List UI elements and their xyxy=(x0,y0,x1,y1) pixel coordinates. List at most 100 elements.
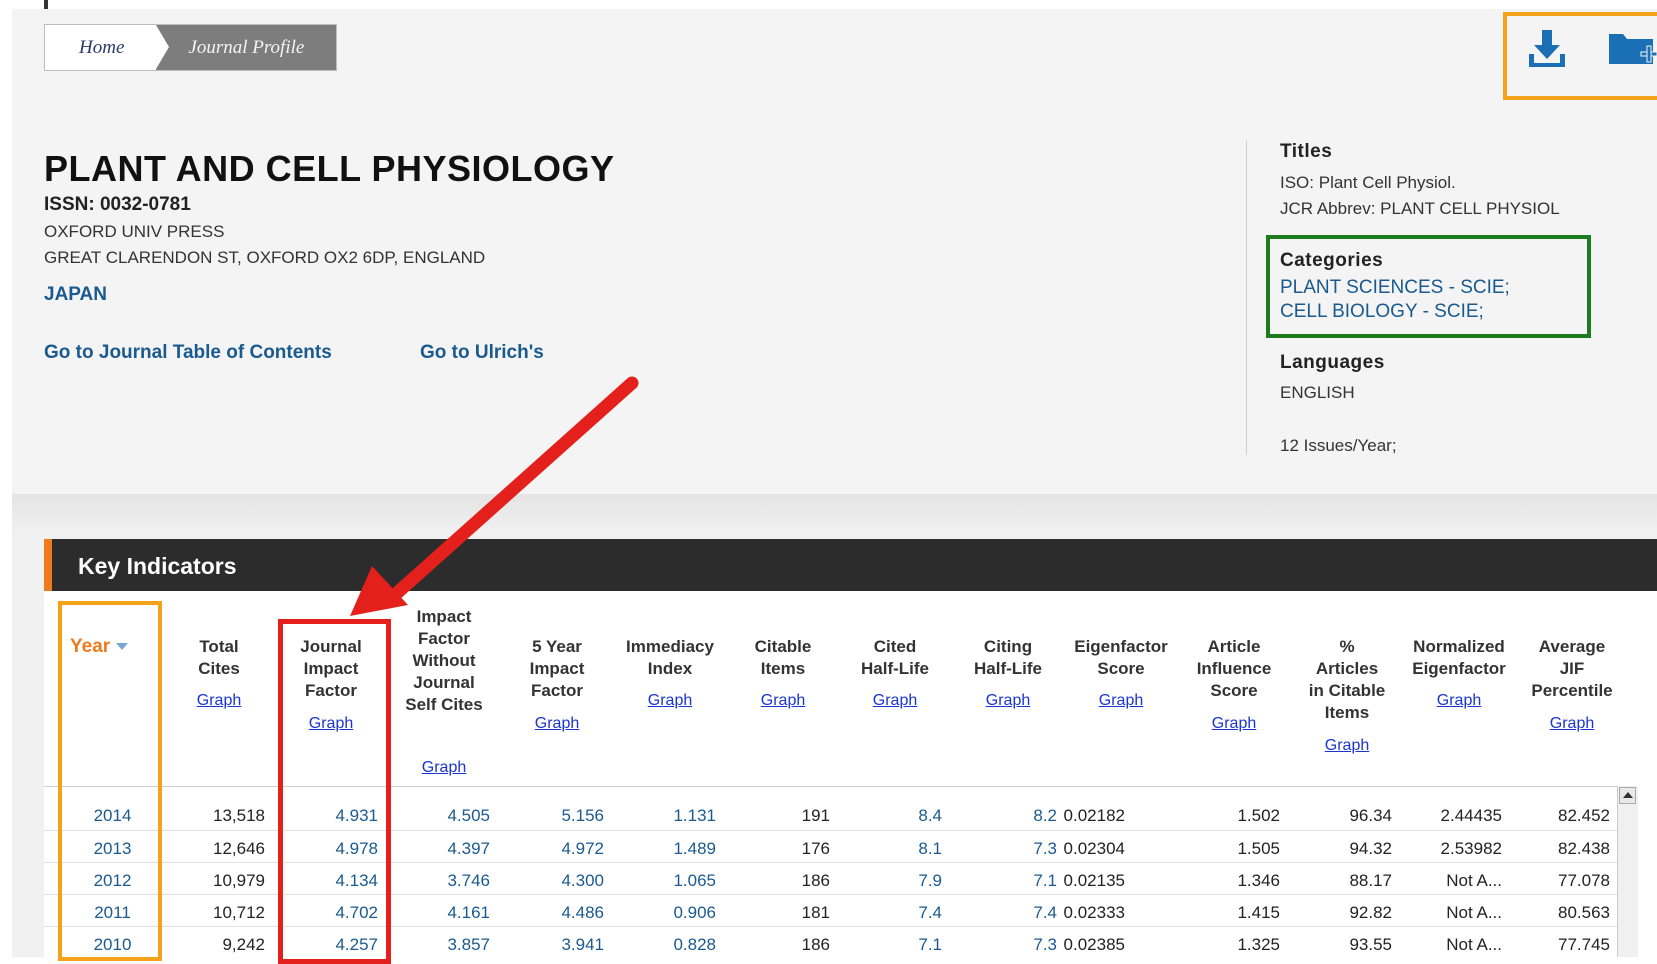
table-scrollbar[interactable] xyxy=(1617,786,1638,957)
cell-five-year-impact-factor: 4.972 xyxy=(561,839,604,858)
cell-percent-articles-citable: 96.34 xyxy=(1349,806,1392,825)
download-icon[interactable] xyxy=(1523,24,1571,72)
language-value: ENGLISH xyxy=(1280,383,1355,402)
sort-down-icon[interactable] xyxy=(116,643,129,651)
year-cell[interactable]: 2012 xyxy=(65,871,160,891)
cell-cited-half-life: 8.1 xyxy=(918,839,942,858)
graph-link-total-cites[interactable]: Graph xyxy=(179,692,259,710)
cell-total-cites: 9,242 xyxy=(222,935,265,954)
journal-title: PLANT AND CELL PHYSIOLOGY xyxy=(44,148,615,189)
journal-country: JAPAN xyxy=(44,284,107,305)
column-header-total-cites: Cites xyxy=(198,659,240,678)
cell-citable-items: 186 xyxy=(801,935,830,954)
action-toolbar xyxy=(1503,12,1657,100)
column-header-five-year-impact-factor: 5 Year xyxy=(532,637,582,656)
year-cell[interactable]: 2010 xyxy=(65,935,160,955)
publisher-address: GREAT CLARENDON ST, OXFORD OX2 6DP, ENGL… xyxy=(44,248,486,267)
graph-link-eigenfactor-score[interactable]: Graph xyxy=(1081,692,1161,710)
column-header-citable-items: Citable xyxy=(754,637,812,656)
column-header-impact-factor-without-self-cites: Impact xyxy=(416,607,472,626)
year-cell[interactable]: 2011 xyxy=(65,903,160,923)
column-header-eigenfactor-score: Eigenfactor xyxy=(1074,637,1168,656)
journal-toc-link[interactable]: Go to Journal Table of Contents xyxy=(44,342,332,364)
cell-eigenfactor-score: 0.02182 xyxy=(1063,806,1125,825)
cell-five-year-impact-factor: 3.941 xyxy=(561,935,604,954)
column-header-total-cites: Total xyxy=(199,637,239,656)
cell-article-influence-score: 1.346 xyxy=(1237,871,1280,890)
cell-impact-factor-without-self-cites: 3.746 xyxy=(447,871,490,890)
graph-link-five-year-impact-factor[interactable]: Graph xyxy=(517,715,597,733)
graph-link-impact-factor-without-self-cites[interactable]: Graph xyxy=(404,759,484,777)
row-divider xyxy=(44,862,1617,863)
column-header-average-jif-percentile: JIF xyxy=(1559,659,1585,678)
cell-percent-articles-citable: 93.55 xyxy=(1349,935,1392,954)
cell-percent-articles-citable: 92.82 xyxy=(1349,903,1392,922)
category-link-plant-sciences[interactable]: PLANT SCIENCES - SCIE; xyxy=(1280,277,1510,299)
column-header-citable-items: Items xyxy=(760,659,806,678)
cell-percent-articles-citable: 88.17 xyxy=(1349,871,1392,890)
column-header-citing-half-life: Citing xyxy=(983,637,1033,656)
year-column-header[interactable]: Year xyxy=(70,636,129,658)
column-header-normalized-eigenfactor: Normalized xyxy=(1413,637,1505,656)
row-divider xyxy=(44,894,1617,895)
cell-eigenfactor-score: 0.02385 xyxy=(1063,935,1125,954)
column-header-article-influence-score: Article xyxy=(1207,637,1261,656)
graph-link-percent-articles-citable[interactable]: Graph xyxy=(1307,737,1387,755)
cell-citable-items: 191 xyxy=(801,806,830,825)
jcr-abbrev: JCR Abbrev: PLANT CELL PHYSIOL xyxy=(1280,199,1560,218)
cell-five-year-impact-factor: 4.486 xyxy=(561,903,604,922)
cell-normalized-eigenfactor: Not A... xyxy=(1446,903,1502,922)
cell-cited-half-life: 7.4 xyxy=(918,903,942,922)
column-header-journal-impact-factor: Journal xyxy=(300,637,362,656)
scroll-up-icon[interactable] xyxy=(1619,787,1636,804)
cell-total-cites: 13,518 xyxy=(213,806,265,825)
journal-issn: ISSN: 0032-0781 xyxy=(44,194,191,215)
iso-abbrev: ISO: Plant Cell Physiol. xyxy=(1280,173,1456,192)
titles-heading: Titles xyxy=(1280,141,1333,162)
column-header-percent-articles-citable: Items xyxy=(1324,703,1370,722)
top-bar-mark xyxy=(44,0,48,9)
add-to-folder-icon[interactable] xyxy=(1607,26,1657,70)
cell-five-year-impact-factor: 5.156 xyxy=(561,806,604,825)
cell-normalized-eigenfactor: Not A... xyxy=(1446,871,1502,890)
cell-immediacy-index: 0.906 xyxy=(673,903,716,922)
graph-link-citing-half-life[interactable]: Graph xyxy=(968,692,1048,710)
cell-article-influence-score: 1.325 xyxy=(1237,935,1280,954)
column-header-impact-factor-without-self-cites: Factor xyxy=(418,629,470,648)
cell-citable-items: 181 xyxy=(801,903,830,922)
ulrichs-link[interactable]: Go to Ulrich's xyxy=(420,342,544,364)
year-cell[interactable]: 2013 xyxy=(65,839,160,859)
column-header-impact-factor-without-self-cites: Without xyxy=(412,651,476,670)
cell-impact-factor-without-self-cites: 4.505 xyxy=(447,806,490,825)
category-link-cell-biology[interactable]: CELL BIOLOGY - SCIE; xyxy=(1280,301,1484,323)
cell-impact-factor-without-self-cites: 4.161 xyxy=(447,903,490,922)
graph-link-journal-impact-factor[interactable]: Graph xyxy=(291,715,371,733)
key-indicators-header: Key Indicators xyxy=(44,539,1657,591)
cell-immediacy-index: 1.065 xyxy=(673,871,716,890)
column-header-journal-impact-factor: Factor xyxy=(305,681,357,700)
graph-link-normalized-eigenfactor[interactable]: Graph xyxy=(1419,692,1499,710)
cell-article-influence-score: 1.415 xyxy=(1237,903,1280,922)
column-header-five-year-impact-factor: Factor xyxy=(531,681,583,700)
breadcrumb-home[interactable]: Home xyxy=(45,25,170,70)
cell-immediacy-index: 0.828 xyxy=(673,935,716,954)
cell-journal-impact-factor: 4.931 xyxy=(335,806,378,825)
column-header-percent-articles-citable: % xyxy=(1339,637,1355,656)
graph-link-article-influence-score[interactable]: Graph xyxy=(1194,715,1274,733)
cell-normalized-eigenfactor: 2.44435 xyxy=(1440,806,1502,825)
cell-average-jif-percentile: 80.563 xyxy=(1558,903,1610,922)
year-cell[interactable]: 2014 xyxy=(65,806,160,826)
graph-link-citable-items[interactable]: Graph xyxy=(743,692,823,710)
graph-link-immediacy-index[interactable]: Graph xyxy=(630,692,710,710)
column-header-impact-factor-without-self-cites: Journal xyxy=(413,673,475,692)
graph-link-cited-half-life[interactable]: Graph xyxy=(855,692,935,710)
cell-eigenfactor-score: 0.02333 xyxy=(1063,903,1125,922)
cell-impact-factor-without-self-cites: 4.397 xyxy=(447,839,490,858)
graph-link-average-jif-percentile[interactable]: Graph xyxy=(1532,715,1612,733)
key-indicators-title: Key Indicators xyxy=(78,553,237,579)
cell-immediacy-index: 1.489 xyxy=(673,839,716,858)
header-divider xyxy=(44,786,1617,787)
column-header-journal-impact-factor: Impact xyxy=(303,659,359,678)
row-divider xyxy=(44,926,1617,927)
cell-impact-factor-without-self-cites: 3.857 xyxy=(447,935,490,954)
